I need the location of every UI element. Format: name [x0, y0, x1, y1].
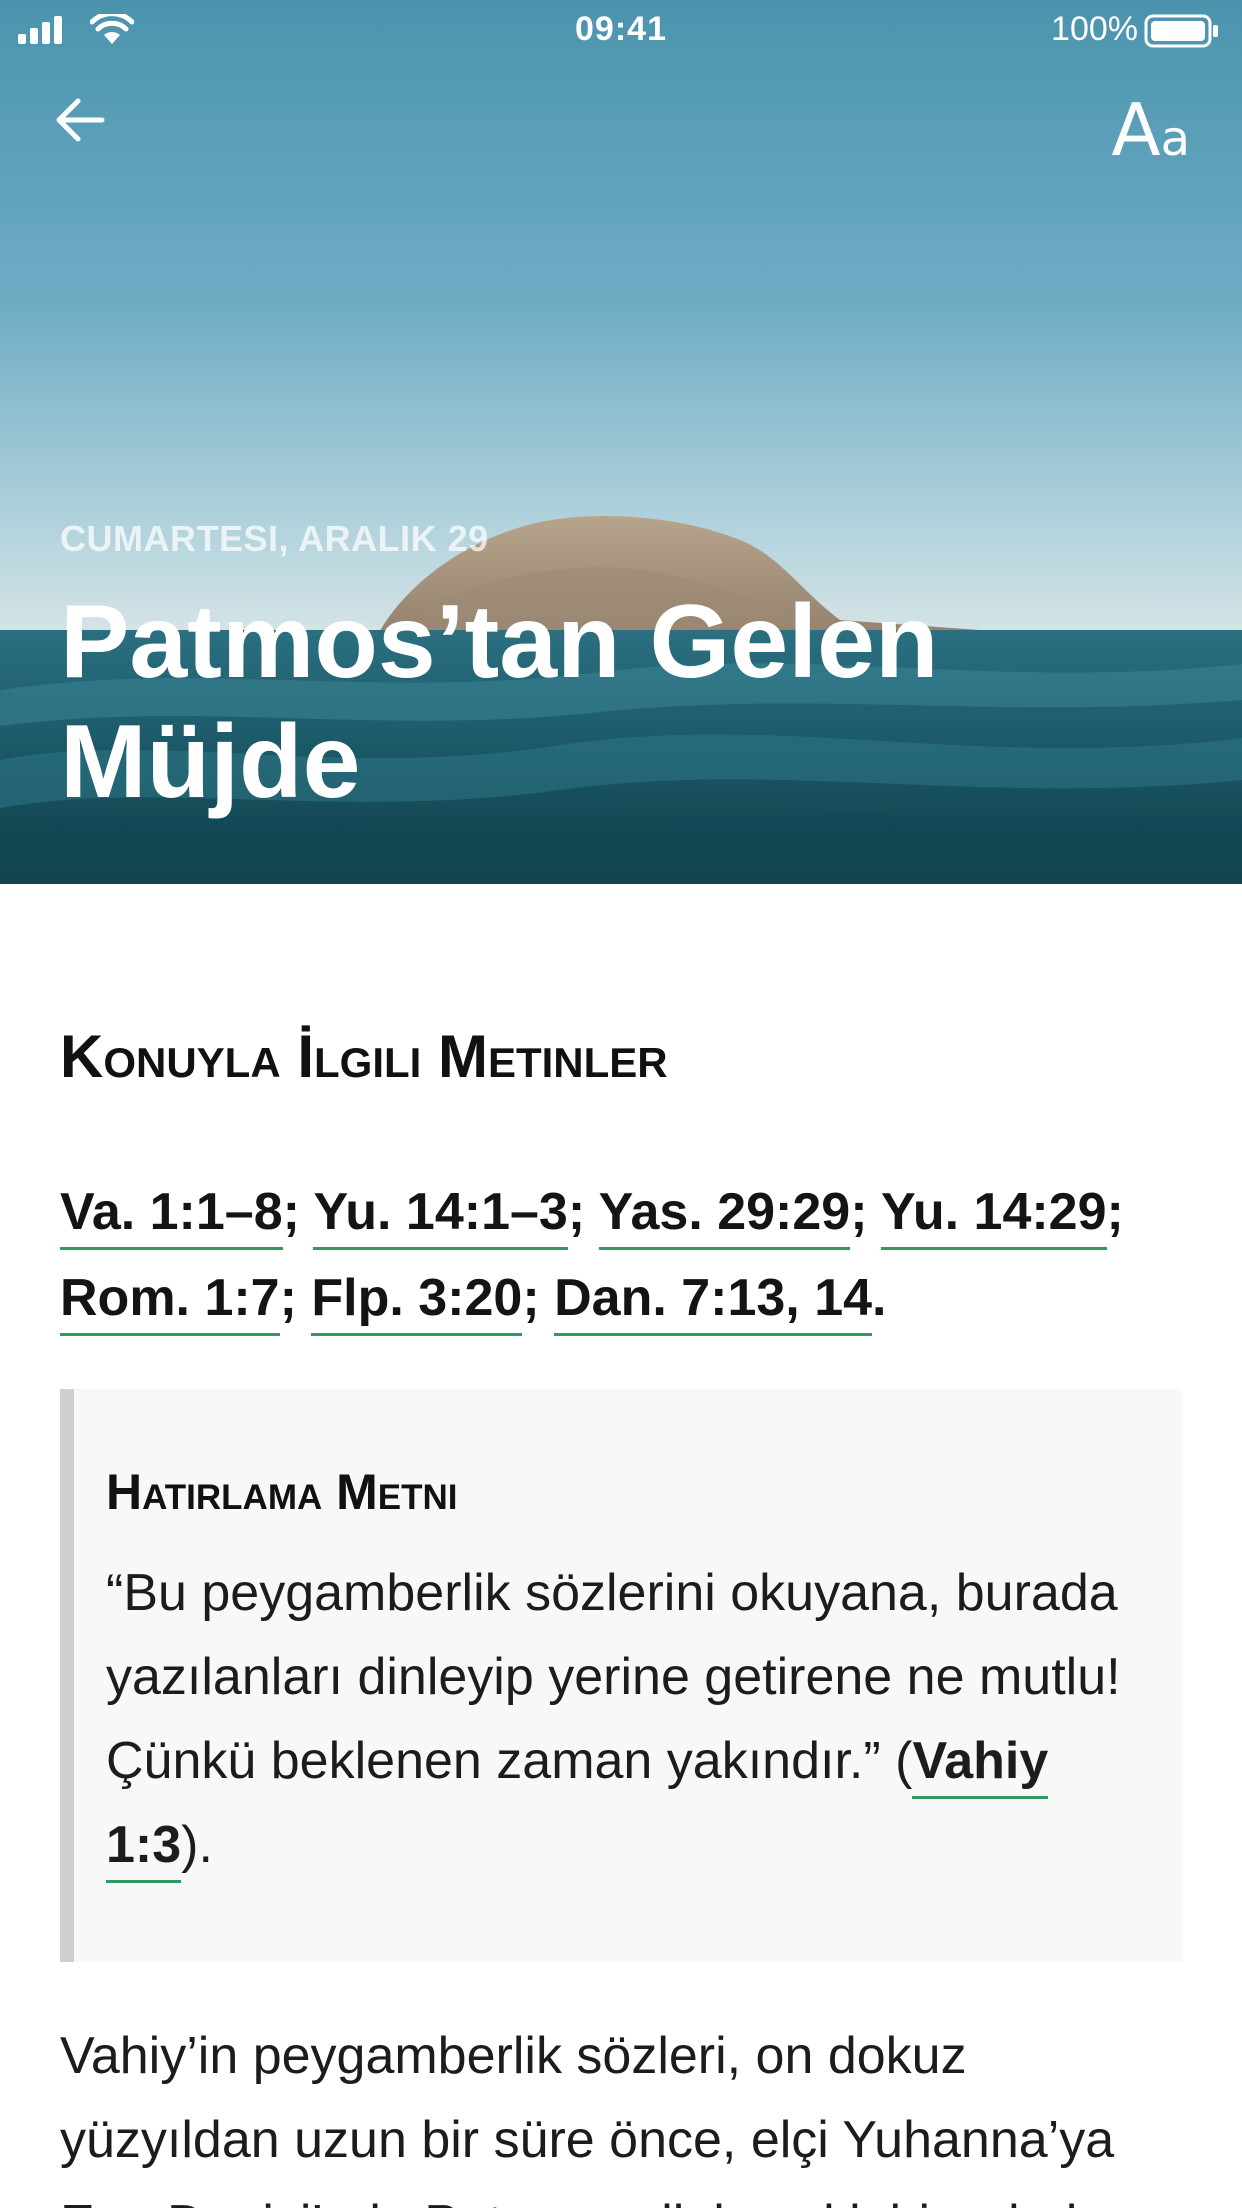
- memory-verse-card: Hatırlama Metni “Bu peygamberlik sözleri…: [60, 1389, 1182, 1962]
- reference-separator: ;: [279, 1269, 312, 1327]
- reference-separator: ;: [522, 1269, 555, 1327]
- reference-link[interactable]: Va. 1:1–8: [60, 1183, 283, 1250]
- memory-verse-text: “Bu peygamberlik sözlerini okuyana, bura…: [106, 1551, 1146, 1887]
- memory-verse-heading: Hatırlama Metni: [106, 1464, 458, 1520]
- reference-link[interactable]: Yas. 29:29: [598, 1183, 851, 1250]
- reference-link[interactable]: Rom. 1:7: [60, 1269, 280, 1336]
- hero-header: 09:41 100% Aa CUMARTESI, ARALIK 29 Patmo…: [0, 0, 1242, 884]
- reference-end: .: [872, 1269, 887, 1327]
- battery-percentage: 100%: [1051, 10, 1138, 48]
- related-texts-references: Va. 1:1–8; Yu. 14:1–3; Yas. 29:29; Yu. 1…: [60, 1169, 1200, 1341]
- font-size-button[interactable]: Aa: [1111, 88, 1190, 172]
- memory-verse-end: ).: [181, 1816, 213, 1874]
- reference-separator: ;: [282, 1183, 314, 1241]
- status-bar: 09:41 100%: [0, 0, 1242, 60]
- reference-link[interactable]: Yu. 14:1–3: [313, 1183, 568, 1250]
- lesson-body-text: Vahiy’in peygamberlik sözleri, on dokuz …: [60, 2027, 1115, 2208]
- lesson-title: Patmos’tan Gelen Müjde: [60, 584, 939, 820]
- reference-link[interactable]: Flp. 3:20: [311, 1269, 523, 1336]
- reference-link[interactable]: Yu. 14:29: [881, 1183, 1107, 1250]
- related-texts-heading: Konuyla İlgili Metinler: [60, 1023, 668, 1090]
- reference-separator: ;: [850, 1183, 882, 1241]
- font-size-icon-large: A: [1111, 88, 1161, 172]
- reference-separator: ;: [567, 1183, 599, 1241]
- arrow-left-icon: [56, 98, 105, 142]
- lesson-screen: 09:41 100% Aa CUMARTESI, ARALIK 29 Patmo…: [0, 0, 1242, 2208]
- back-button[interactable]: [52, 92, 116, 156]
- font-size-icon-small: a: [1160, 111, 1190, 167]
- reference-link[interactable]: Dan. 7:13, 14: [554, 1269, 873, 1336]
- battery-icon: [1144, 14, 1218, 48]
- reference-separator: ;: [1106, 1183, 1124, 1241]
- lesson-date: CUMARTESI, ARALIK 29: [60, 518, 489, 559]
